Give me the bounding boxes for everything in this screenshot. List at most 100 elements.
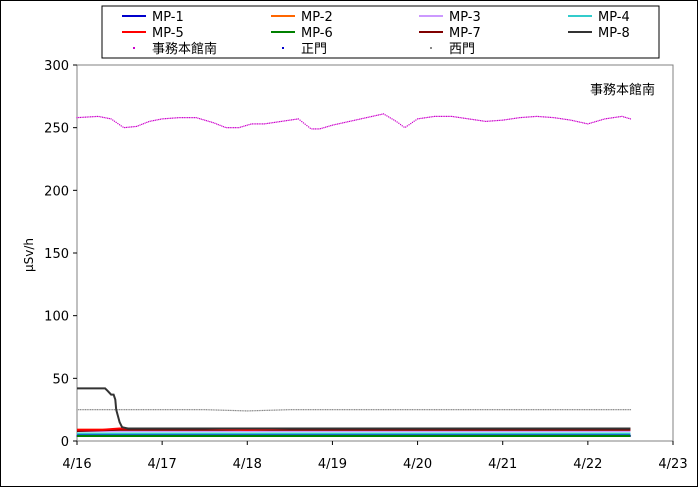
- data-point: [546, 409, 548, 411]
- data-point: [372, 115, 374, 117]
- data-point: [447, 115, 449, 117]
- y-tick-label: 100: [44, 310, 69, 325]
- data-point: [110, 118, 112, 120]
- data-point: [101, 409, 104, 411]
- data-point: [90, 116, 92, 118]
- data-point: [534, 409, 536, 411]
- data-point: [267, 409, 269, 411]
- data-point: [525, 409, 528, 411]
- data-point: [413, 409, 415, 411]
- data-point: [151, 120, 153, 122]
- data-point: [202, 409, 204, 411]
- data-point: [491, 120, 494, 122]
- data-point: [297, 118, 299, 120]
- data-point: [224, 409, 226, 411]
- data-point: [124, 409, 126, 411]
- data-point: [440, 409, 443, 411]
- data-point: [88, 409, 90, 411]
- data-point: [243, 125, 245, 127]
- data-point: [524, 116, 526, 118]
- data-point: [265, 123, 267, 125]
- data-point: [442, 115, 444, 117]
- data-point: [558, 117, 560, 119]
- data-point: [219, 124, 221, 126]
- data-point: [471, 409, 473, 411]
- data-point: [479, 120, 482, 122]
- data-point: [445, 409, 448, 411]
- data-point: [357, 409, 359, 411]
- data-point: [602, 118, 604, 120]
- data-point: [423, 409, 425, 411]
- data-point: [248, 124, 250, 126]
- data-point: [362, 117, 364, 119]
- data-point: [377, 114, 380, 116]
- data-point: [296, 118, 298, 120]
- data-point: [355, 119, 357, 121]
- data-point: [563, 118, 565, 120]
- data-point: [323, 127, 325, 129]
- data-point: [251, 410, 253, 412]
- data-point: [112, 409, 114, 411]
- data-point: [226, 409, 228, 411]
- data-point: [410, 122, 412, 125]
- data-point: [342, 122, 344, 124]
- data-point: [437, 115, 439, 117]
- data-point: [176, 117, 179, 119]
- data-point: [498, 409, 500, 411]
- data-point: [355, 409, 357, 411]
- data-point: [246, 124, 248, 126]
- data-point: [466, 118, 468, 120]
- data-point: [195, 117, 197, 119]
- data-point: [570, 409, 572, 411]
- data-point: [520, 116, 523, 119]
- data-point: [590, 409, 592, 411]
- data-point: [125, 126, 127, 129]
- data-point: [333, 409, 335, 411]
- data-point: [498, 119, 500, 121]
- data-point: [382, 409, 385, 411]
- data-point: [304, 409, 306, 411]
- data-point: [542, 116, 545, 118]
- data-point: [239, 410, 242, 412]
- data-point: [614, 409, 616, 411]
- data-point: [171, 117, 173, 119]
- data-point: [369, 409, 371, 411]
- data-point: [384, 114, 386, 116]
- data-point: [580, 409, 582, 411]
- data-point: [217, 124, 219, 126]
- data-point: [372, 409, 374, 411]
- data-point: [159, 409, 162, 411]
- data-point: [108, 117, 110, 120]
- radiation-chart: MP-1 MP-2 MP-3 MP-4 MP-5 MP-6 MP-7 MP-8 事務本館南 正門 西…: [22, 5, 688, 472]
- data-point: [353, 119, 356, 121]
- data-point: [244, 125, 247, 127]
- data-point: [229, 409, 231, 412]
- data-point: [248, 410, 250, 412]
- data-point: [253, 123, 255, 125]
- data-point: [144, 122, 146, 124]
- data-point: [297, 409, 299, 411]
- data-point: [195, 409, 197, 411]
- data-point: [154, 409, 156, 411]
- data-point: [370, 115, 373, 118]
- data-point: [379, 409, 381, 411]
- data-point: [611, 117, 613, 119]
- data-point: [621, 115, 623, 117]
- data-point: [503, 119, 506, 121]
- data-point: [96, 115, 99, 118]
- data-point: [451, 115, 453, 117]
- y-tick-label: 50: [52, 372, 69, 387]
- data-point: [588, 409, 591, 411]
- data-point: [418, 409, 420, 411]
- data-point: [478, 409, 480, 411]
- data-point: [440, 115, 443, 117]
- data-point: [258, 409, 260, 412]
- data-point: [231, 409, 233, 412]
- data-point: [510, 118, 512, 120]
- data-point: [459, 117, 461, 119]
- data-point: [166, 117, 168, 120]
- data-point: [406, 409, 408, 411]
- data-point: [454, 116, 456, 118]
- data-point: [493, 120, 495, 122]
- data-point: [98, 115, 100, 118]
